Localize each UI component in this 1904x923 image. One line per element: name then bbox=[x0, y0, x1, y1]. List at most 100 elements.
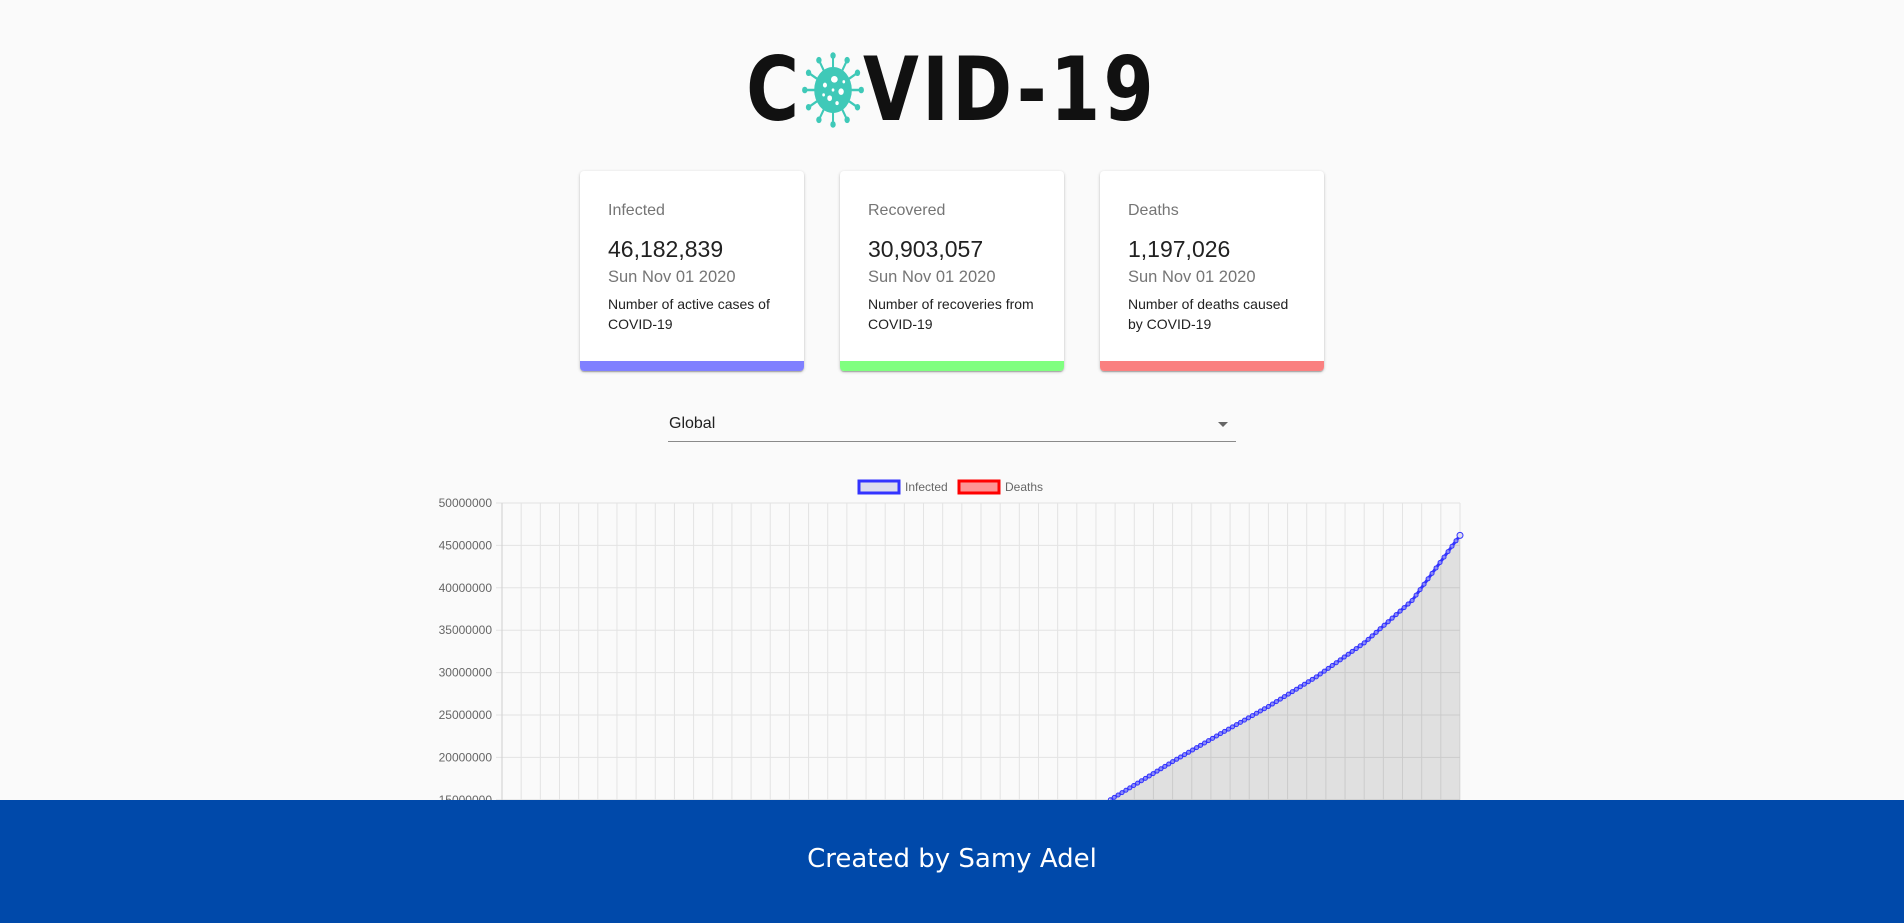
infected-data-point bbox=[1135, 780, 1141, 786]
infected-data-point bbox=[1405, 601, 1411, 607]
infected-data-point bbox=[1210, 735, 1216, 741]
infected-data-point bbox=[1377, 626, 1383, 632]
infected-data-point bbox=[1445, 549, 1451, 555]
legend-swatch-deaths bbox=[957, 479, 1001, 495]
infected-data-point bbox=[1325, 665, 1331, 671]
infected-data-point bbox=[1285, 691, 1291, 697]
card-description: Number of recoveries from COVID-19 bbox=[868, 296, 1034, 332]
infected-data-point bbox=[1182, 752, 1188, 758]
infected-data-point bbox=[1429, 570, 1435, 576]
infected-data-point bbox=[1361, 640, 1367, 646]
infected-data-point bbox=[1241, 717, 1247, 723]
covid-logo: C VID-19 bbox=[0, 44, 1904, 136]
country-select[interactable]: Global bbox=[668, 413, 1236, 442]
infected-data-point bbox=[1218, 731, 1223, 737]
infected-data-point bbox=[1337, 657, 1343, 663]
infected-data-point bbox=[1253, 710, 1259, 716]
infected-data-point bbox=[1453, 538, 1459, 544]
infected-data-point bbox=[1245, 715, 1251, 721]
infected-data-point bbox=[1409, 598, 1415, 604]
infected-data-point bbox=[1229, 724, 1235, 730]
infected-data-point bbox=[1269, 701, 1275, 707]
covid-line-chart: Infected Deaths 50000000 45000000 40000000 35… bbox=[420, 470, 1484, 807]
infected-data-point bbox=[1249, 713, 1255, 719]
y-tick-label: 50000000 bbox=[439, 496, 493, 510]
infected-data-point bbox=[1190, 747, 1196, 753]
infected-data-point bbox=[1413, 592, 1419, 598]
infected-data-point bbox=[1433, 565, 1439, 571]
infected-data-point bbox=[1353, 646, 1359, 652]
infected-data-point bbox=[1297, 684, 1303, 690]
infected-last-point bbox=[1456, 531, 1464, 539]
infected-data-point bbox=[1221, 728, 1227, 734]
infected-data-point bbox=[1154, 768, 1160, 774]
infected-data-point bbox=[1131, 782, 1137, 788]
y-tick-label: 30000000 bbox=[439, 666, 493, 680]
infected-data-point bbox=[1293, 686, 1299, 692]
infected-data-point bbox=[1194, 745, 1200, 751]
logo-title: C VID-19 bbox=[747, 44, 1158, 136]
infected-data-point bbox=[1138, 778, 1144, 784]
infected-data-point bbox=[1369, 633, 1375, 639]
infected-data-point bbox=[1142, 775, 1148, 781]
y-tick-label: 25000000 bbox=[439, 708, 493, 722]
card-title: Recovered bbox=[868, 202, 946, 219]
legend-label-deaths: Deaths bbox=[1005, 480, 1043, 494]
y-tick-label: 35000000 bbox=[439, 623, 493, 637]
infected-data-point bbox=[1349, 648, 1355, 654]
infected-data-point bbox=[1198, 742, 1204, 748]
card-description: Number of active cases of COVID-19 bbox=[608, 296, 770, 332]
infected-data-point bbox=[1437, 560, 1443, 566]
covid-virus-icon bbox=[802, 52, 865, 128]
infected-data-point bbox=[1186, 749, 1192, 755]
infected-data-point bbox=[1162, 763, 1168, 769]
infected-data-point bbox=[1289, 689, 1295, 695]
y-tick-label: 20000000 bbox=[439, 750, 493, 764]
infected-data-point bbox=[1233, 722, 1239, 728]
y-tick-label: 15000000 bbox=[439, 793, 493, 800]
card-title: Infected bbox=[608, 202, 665, 219]
infected-data-point bbox=[1305, 679, 1311, 685]
card-value: 30,903,057 bbox=[868, 236, 984, 262]
infected-data-point bbox=[1417, 587, 1423, 593]
infected-data-point bbox=[1237, 719, 1243, 725]
infected-data-point bbox=[1150, 771, 1156, 777]
infected-data-point bbox=[1397, 608, 1403, 614]
infected-data-point bbox=[1373, 629, 1379, 635]
infected-data-point bbox=[1111, 794, 1117, 800]
infected-data-point bbox=[1225, 726, 1231, 732]
infected-data-point bbox=[1123, 787, 1129, 793]
card-color-bar bbox=[580, 361, 804, 371]
footer: Created by Samy Adel bbox=[0, 800, 1904, 923]
logo-text-end: VID-19 bbox=[863, 38, 1158, 141]
infected-data-point bbox=[1321, 668, 1327, 674]
infected-data-point bbox=[1166, 761, 1172, 767]
infected-data-point bbox=[1158, 766, 1164, 772]
infected-data-point bbox=[1273, 699, 1279, 705]
infected-data-point bbox=[1206, 738, 1212, 744]
infected-data-point bbox=[1441, 554, 1447, 560]
chart-canvas: Infected Deaths 50000000 45000000 40000000 35… bbox=[439, 479, 1464, 807]
infected-data-point bbox=[1313, 674, 1319, 680]
deaths-card: Deaths 1,197,026 Sun Nov 01 2020 Number … bbox=[1100, 171, 1324, 371]
arrow-drop-down-icon[interactable] bbox=[1218, 422, 1228, 427]
infected-data-point bbox=[1146, 773, 1152, 779]
infected-card: Infected 46,182,839 Sun Nov 01 2020 Numb… bbox=[580, 171, 804, 371]
infected-area-fill bbox=[1110, 535, 1460, 800]
legend-label-infected: Infected bbox=[905, 480, 948, 494]
infected-data-point bbox=[1127, 785, 1133, 791]
infected-data-point bbox=[1257, 708, 1263, 714]
y-tick-label: 45000000 bbox=[439, 538, 493, 552]
infected-data-point bbox=[1389, 615, 1395, 621]
infected-data-point bbox=[1341, 654, 1347, 660]
stats-cards: Infected 46,182,839 Sun Nov 01 2020 Numb… bbox=[580, 171, 1324, 371]
card-title: Deaths bbox=[1128, 202, 1179, 219]
card-value: 1,197,026 bbox=[1128, 236, 1231, 262]
card-description: Number of deaths caused by COVID-19 bbox=[1128, 296, 1289, 332]
infected-data-point bbox=[1170, 759, 1176, 765]
infected-data-point bbox=[1174, 756, 1180, 762]
infected-data-point bbox=[1357, 643, 1363, 649]
infected-data-point bbox=[1345, 651, 1351, 657]
infected-data-point bbox=[1202, 740, 1208, 746]
y-tick-label: 40000000 bbox=[439, 581, 493, 595]
